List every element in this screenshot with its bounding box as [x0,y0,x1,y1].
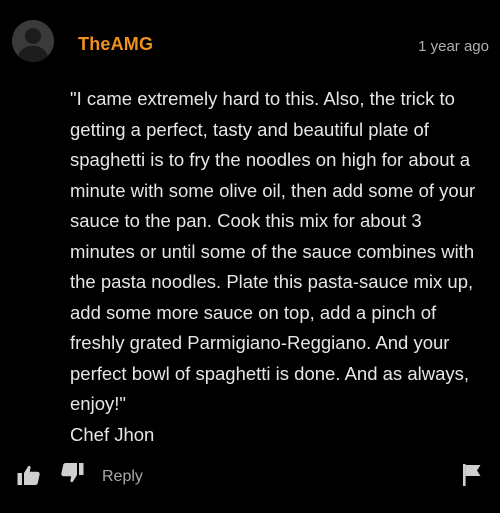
dislike-button[interactable] [60,462,84,489]
flag-icon [463,464,481,486]
comment-body: "I came extremely hard to this. Also, th… [70,88,476,445]
flag-button[interactable] [462,463,482,492]
reply-button[interactable]: Reply [102,468,143,486]
default-user-icon [12,20,54,62]
comment-actions: Reply [0,460,500,494]
avatar[interactable] [12,20,54,62]
comment-card: TheAMG 1 year ago "I came extremely hard… [0,0,500,513]
comment-username[interactable]: TheAMG [78,34,153,55]
thumbs-up-icon [17,465,40,485]
comment-timestamp: 1 year ago [418,38,489,55]
like-button[interactable] [17,464,41,491]
thumbs-down-icon [61,463,84,483]
